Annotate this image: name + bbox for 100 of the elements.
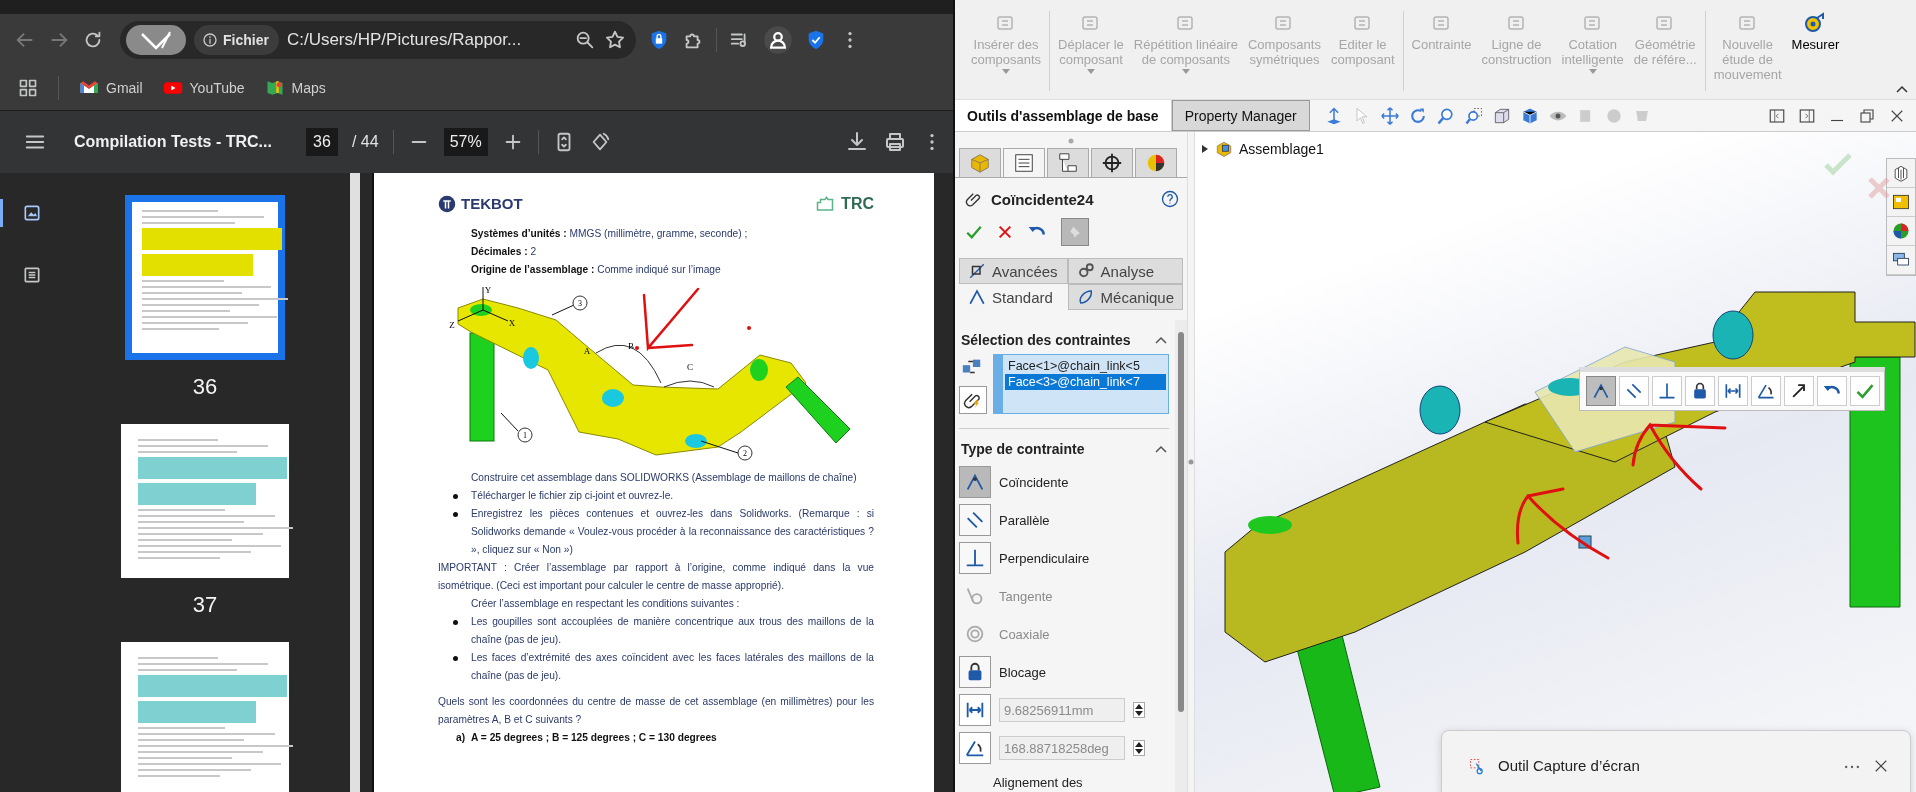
move-icon[interactable]	[1379, 105, 1400, 126]
angle-label: C	[687, 362, 693, 372]
apps-grid-icon[interactable]	[18, 78, 38, 98]
zoom-level-field[interactable]: 57%	[443, 128, 488, 156]
ribbon-button[interactable]: Mesurer	[1789, 11, 1842, 91]
configuration-icon	[1057, 152, 1079, 174]
tree-item[interactable]: Assemblage1	[1239, 141, 1324, 157]
panel-tab[interactable]	[1047, 148, 1089, 177]
chevron-icon[interactable]	[1155, 336, 1167, 344]
color-wheel-icon	[1145, 152, 1167, 174]
scrollbar[interactable]	[1175, 320, 1187, 792]
caret-icon	[1002, 69, 1011, 75]
layout-icon	[1891, 192, 1911, 212]
star-icon[interactable]	[604, 29, 626, 51]
paragraph: Créer l’assemblage en respectant les conditions suivantes :	[471, 597, 741, 611]
tab[interactable]: Avancées	[959, 258, 1068, 284]
help-icon[interactable]	[1161, 190, 1179, 208]
tab[interactable]: Outils d'assemblage de base	[955, 100, 1172, 131]
toolbar-button[interactable]	[1685, 376, 1715, 406]
coaxial-icon	[964, 623, 986, 645]
feature-title: Coïncidente24	[991, 190, 1095, 208]
tile-left-icon[interactable]	[1768, 106, 1786, 125]
hole-shape	[685, 434, 707, 448]
mate-type-option[interactable]: Blocage	[959, 653, 1169, 691]
crosshair-icon	[1101, 152, 1123, 174]
logo-text: TEKBOT	[461, 195, 523, 213]
bookmark-link[interactable]: Maps	[264, 78, 326, 98]
panel-tab[interactable]	[1091, 148, 1133, 177]
confirm-check-icon[interactable]	[1823, 152, 1853, 176]
axis-label: X	[508, 318, 516, 328]
toolbar-button[interactable]	[1784, 376, 1814, 406]
bullet-text: Les faces d’extrémité des axes coïncident avec les faces latérales des maillons de la chaîne (pas de jeu).	[471, 651, 874, 683]
panel-tab[interactable]	[1003, 148, 1045, 177]
callout-number: 2	[737, 445, 753, 461]
ok-check-icon[interactable]	[965, 223, 983, 241]
list-entry[interactable]: Face<3>@chain_link<7	[1005, 374, 1166, 390]
caret-icon	[1181, 69, 1190, 75]
profile-icon[interactable]	[763, 25, 793, 55]
collapse-icon[interactable]	[1896, 85, 1908, 93]
toolbar-button[interactable]	[1817, 376, 1847, 406]
bullet-dot	[453, 656, 458, 661]
caret-icon	[1588, 69, 1597, 75]
mate-type-option[interactable]: Coïncidente	[959, 463, 1169, 501]
grip-dot-icon	[1068, 138, 1074, 144]
arrow-up-icon	[1134, 703, 1144, 710]
axis-icon	[968, 262, 986, 280]
annotation-dot	[747, 326, 751, 330]
notification-title: Outil Capture d’écran	[1498, 757, 1641, 774]
list-entry[interactable]: Face<1>@chain_link<5	[1005, 358, 1166, 374]
gears-icon	[1076, 262, 1095, 280]
bookmark-link[interactable]: Gmail	[79, 78, 143, 98]
coincident-icon	[968, 288, 986, 306]
url-text[interactable]: C:/Users/HP/Pictures/Rappor...	[286, 30, 566, 50]
splitter-handle-icon[interactable]	[1188, 459, 1194, 465]
zoom-area-icon[interactable]	[1463, 105, 1484, 126]
selection-list[interactable]: Face<1>@chain_link<5 Face<3>@chain_link<7	[993, 354, 1169, 414]
parallel-icon	[1624, 381, 1644, 401]
restore-icon[interactable]	[1858, 106, 1876, 125]
chevron-icon[interactable]	[1155, 445, 1167, 453]
paragraph: Systèmes d’unités : MMGS (millimètre, gramme, seconde) ;	[471, 227, 749, 241]
cancel-icon[interactable]	[997, 224, 1013, 240]
toolbar-button[interactable]	[1751, 376, 1781, 406]
paragraph: Quels sont les coordonnées du centre de masse de cet assemblage (en millimètres) pour les paramètres A, B et C suivants ?	[438, 695, 874, 727]
caret-icon	[1086, 69, 1095, 75]
mate-type-option[interactable]: Perpendiculaire	[959, 539, 1169, 577]
cam-icon	[1076, 288, 1095, 306]
page-number: 36	[192, 373, 218, 400]
site-label: Fichier	[223, 32, 269, 48]
info-icon	[202, 32, 218, 48]
assembly-icon	[1215, 140, 1233, 158]
bookmark-link[interactable]: YouTube	[162, 78, 245, 98]
print-icon[interactable]	[883, 130, 907, 154]
arrow-up-icon	[1134, 741, 1144, 748]
page-number-field[interactable]: 36	[305, 128, 338, 156]
parallel-icon	[964, 509, 986, 531]
pin-button[interactable]	[1061, 218, 1089, 246]
spin-button[interactable]	[1133, 740, 1145, 756]
tile-right-icon[interactable]	[1798, 106, 1816, 125]
round-logo-icon	[438, 195, 456, 213]
expand-arrow-icon[interactable]	[1201, 144, 1209, 154]
zoom-icon[interactable]	[574, 29, 596, 51]
vpn-icon[interactable]	[126, 25, 186, 55]
ok-check-icon	[1855, 381, 1875, 401]
tab[interactable]: Analyse	[1067, 258, 1183, 284]
list-item-text: A = 25 degrees ; B = 125 degrees ; C = 130 degrees	[471, 731, 717, 745]
scrollbar[interactable]	[350, 173, 360, 792]
site-info-chip[interactable]: Fichier	[194, 25, 279, 55]
tab[interactable]: Mécanique	[1067, 284, 1183, 310]
mate-pin-button[interactable]	[959, 386, 987, 414]
hole-shape	[523, 347, 539, 369]
field-type-button[interactable]	[959, 694, 991, 726]
tab[interactable]: Property Manager	[1171, 100, 1310, 131]
toolbar-button[interactable]	[1718, 376, 1748, 406]
axis-label: Z	[449, 320, 455, 330]
list-marker: a)	[456, 731, 466, 745]
mate-type-option[interactable]: Parallèle	[959, 501, 1169, 539]
spin-button[interactable]	[1133, 702, 1145, 718]
page-thumbnail[interactable]	[125, 195, 285, 360]
field-type-button[interactable]	[959, 732, 991, 764]
panel-tab[interactable]	[1135, 148, 1177, 177]
